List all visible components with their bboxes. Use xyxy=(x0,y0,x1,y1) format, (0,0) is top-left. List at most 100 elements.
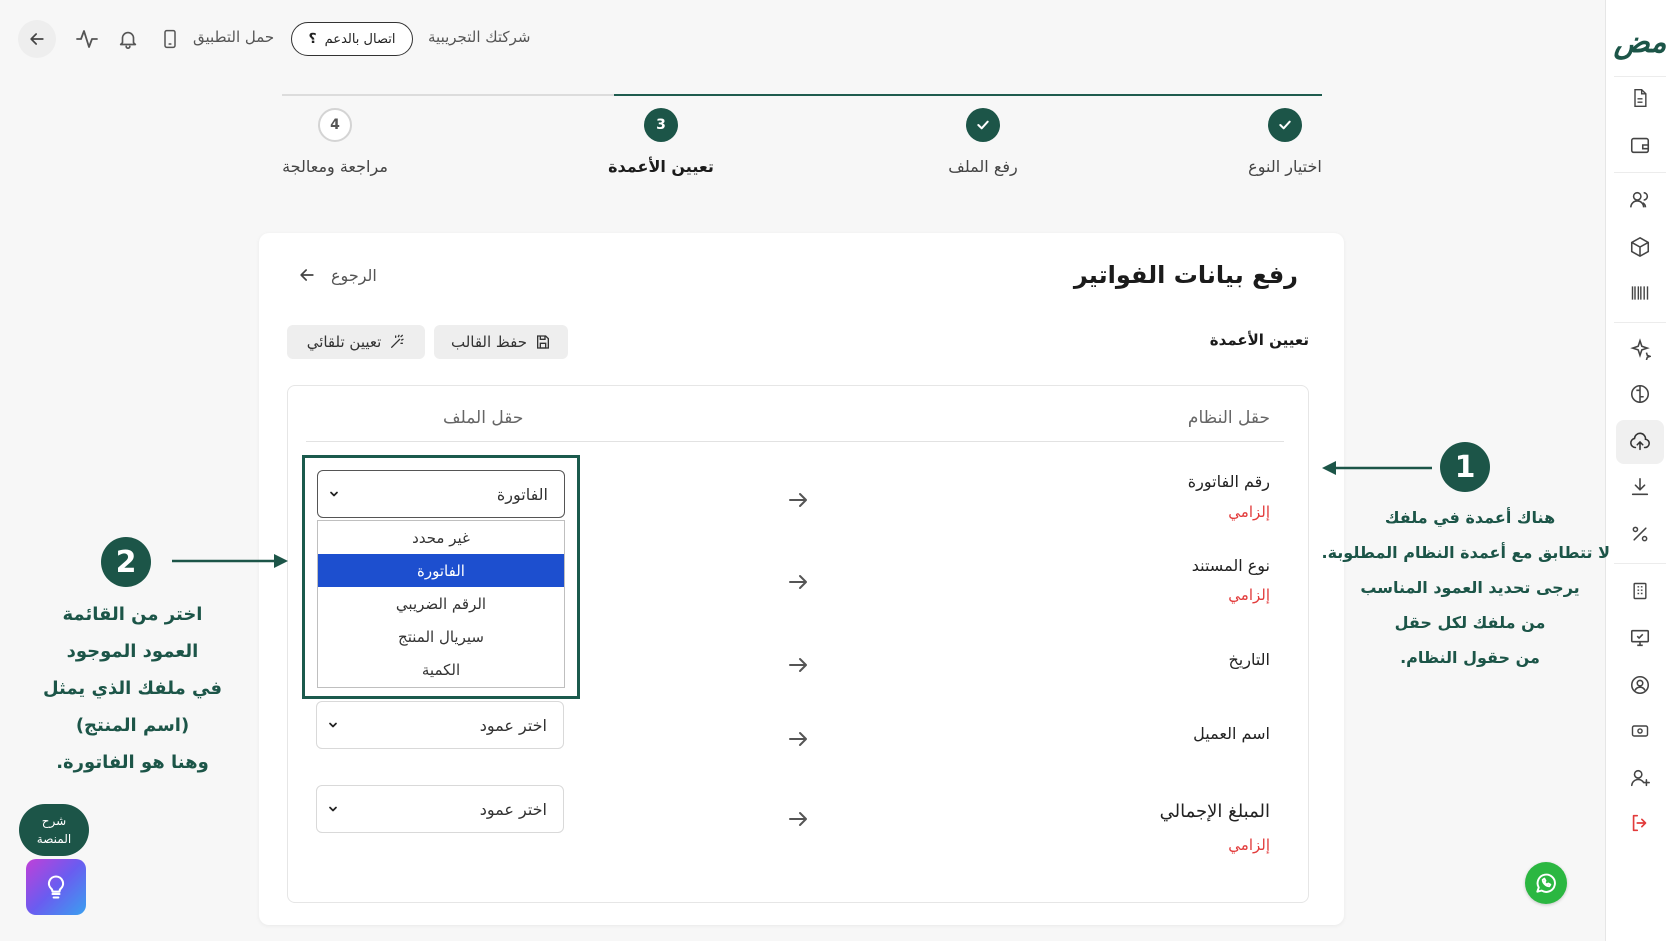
back-link[interactable]: الرجوع xyxy=(297,265,377,285)
required-badge: إلزامي xyxy=(1228,836,1270,854)
annotation-highlight-frame: الفاتورة غير محدد الفاتورة الرقم الضريبي… xyxy=(302,455,580,699)
annotation-line: في ملفك الذي يمثل xyxy=(42,678,223,699)
user-circle-icon xyxy=(1630,675,1650,695)
column-select-customer-name[interactable]: اختر عمود xyxy=(316,701,564,749)
back-arrow-button[interactable] xyxy=(18,20,56,58)
sidebar-item-profile[interactable] xyxy=(1616,665,1664,705)
sidebar-item-logout[interactable] xyxy=(1616,803,1664,843)
top-bar: حمل التطبيق اتصال بالدعم ؟ شركتك التجريب… xyxy=(0,0,1605,80)
annotation-line: من ملفك لكل حقل xyxy=(1394,613,1546,632)
annotation-arrow-1 xyxy=(1322,461,1432,475)
arrow-left-icon xyxy=(30,33,44,45)
sidebar-divider xyxy=(1614,172,1666,173)
sidebar-item-customers[interactable] xyxy=(1616,180,1664,220)
percent-icon xyxy=(1632,526,1648,542)
annotation-line: لا تتطابق مع أعمدة النظام المطلوبة. xyxy=(1321,543,1611,562)
arrow-right-icon xyxy=(783,567,813,597)
sidebar-item-wallet[interactable] xyxy=(1616,125,1664,165)
step-2-label: رفع الملف xyxy=(948,157,1018,176)
app-download-link[interactable]: حمل التطبيق xyxy=(193,28,274,46)
magic-wand-icon xyxy=(391,334,404,348)
sidebar-item-pos[interactable] xyxy=(1616,618,1664,658)
sidebar-item-payments[interactable] xyxy=(1616,711,1664,751)
chevron-down-icon xyxy=(329,806,337,812)
barcode-icon xyxy=(1631,286,1649,300)
arrow-right-icon xyxy=(783,485,813,515)
back-label: الرجوع xyxy=(331,265,377,285)
whatsapp-icon xyxy=(1536,873,1556,893)
box-icon xyxy=(1630,236,1650,258)
dropdown-option[interactable]: الكمية xyxy=(318,653,564,686)
stepper-line-done xyxy=(614,94,1322,96)
check-icon xyxy=(977,120,989,130)
building-icon xyxy=(1633,582,1647,600)
row-label-total-amount: المبلغ الإجمالي xyxy=(1159,801,1270,822)
upload-cloud-icon xyxy=(1630,432,1650,451)
users-icon xyxy=(1630,191,1649,208)
sidebar-item-products[interactable] xyxy=(1616,227,1664,267)
sidebar-divider xyxy=(1614,563,1666,564)
platform-explain-button[interactable]: شرح المنصة xyxy=(19,804,89,856)
save-template-button[interactable]: حفظ القالب xyxy=(434,325,568,359)
bell-icon[interactable] xyxy=(113,24,143,54)
logout-icon xyxy=(1632,814,1647,832)
chevron-down-icon xyxy=(329,722,337,728)
tips-button[interactable] xyxy=(26,859,86,915)
column-select-invoice-number[interactable]: الفاتورة xyxy=(317,470,565,518)
auto-assign-button[interactable]: تعيين تلقائي xyxy=(287,325,425,359)
sidebar-item-download[interactable] xyxy=(1616,467,1664,507)
step-3-circle: 3 xyxy=(644,108,678,142)
column-select-total-amount[interactable]: اختر عمود xyxy=(316,785,564,833)
annotation-line: من حقول النظام. xyxy=(1400,648,1540,667)
page-title: رفع بيانات الفواتير xyxy=(1073,261,1298,289)
select-value: الفاتورة xyxy=(496,484,548,504)
monitor-icon xyxy=(1630,629,1650,647)
sidebar-item-add-user[interactable] xyxy=(1616,758,1664,798)
brand-logo[interactable]: مض xyxy=(1614,20,1667,64)
annotation-text-2: اختر من القائمة العمود الموجود في ملفك ا… xyxy=(30,596,235,781)
select-value: اختر عمود xyxy=(479,799,547,819)
cash-icon xyxy=(1631,725,1649,737)
sidebar-item-ai[interactable] xyxy=(1616,329,1664,369)
annotation-badge-2: 2 xyxy=(101,537,151,587)
select-value: اختر عمود xyxy=(479,715,547,735)
row-label-customer-name: اسم العميل xyxy=(1193,724,1270,743)
sidebar: مض xyxy=(1605,0,1672,941)
user-plus-icon xyxy=(1630,769,1650,787)
stepper-line-pending xyxy=(282,94,614,96)
lightbulb-icon xyxy=(47,875,65,899)
sidebar-item-branches[interactable] xyxy=(1616,571,1664,611)
whatsapp-button[interactable] xyxy=(1525,862,1567,904)
header-file-field: حقل الملف xyxy=(443,408,524,428)
annotation-badge-1: 1 xyxy=(1440,442,1490,492)
check-icon xyxy=(1279,120,1291,130)
row-label-date: التاريخ xyxy=(1228,650,1270,669)
save-icon xyxy=(537,335,550,349)
required-badge: إلزامي xyxy=(1228,586,1270,604)
download-icon xyxy=(1631,477,1649,496)
explain-line-1: شرح xyxy=(41,814,67,828)
sidebar-item-barcode[interactable] xyxy=(1616,273,1664,313)
explain-line-2: المنصة xyxy=(36,832,72,846)
sidebar-item-upload[interactable] xyxy=(1616,420,1664,464)
activity-icon[interactable] xyxy=(72,24,102,54)
annotation-text-1: هناك أعمدة في ملفك لا تتطابق مع أعمدة ال… xyxy=(1321,500,1611,675)
arrow-right-icon xyxy=(783,650,813,680)
sidebar-item-tax[interactable] xyxy=(1616,514,1664,554)
dropdown-option-selected[interactable]: الفاتورة xyxy=(318,554,564,587)
dropdown-option[interactable]: سيريال المنتج xyxy=(318,620,564,653)
wallet-icon xyxy=(1630,137,1650,154)
company-name[interactable]: شركتك التجريبية xyxy=(428,28,530,46)
step-2-circle xyxy=(966,108,1000,142)
sidebar-item-insights[interactable] xyxy=(1616,374,1664,414)
dropdown-option[interactable]: غير محدد xyxy=(318,521,564,554)
sidebar-item-invoices[interactable] xyxy=(1616,78,1664,118)
step-4-circle: 4 xyxy=(318,108,352,142)
dropdown-option[interactable]: الرقم الضريبي xyxy=(318,587,564,620)
row-label-invoice-number: رقم الفاتورة xyxy=(1187,472,1270,491)
arrow-right-icon xyxy=(783,804,813,834)
sidebar-divider xyxy=(1614,322,1666,323)
sparkle-icon xyxy=(1630,338,1651,360)
support-button[interactable]: اتصال بالدعم ؟ xyxy=(291,22,413,56)
phone-icon[interactable] xyxy=(155,24,185,54)
